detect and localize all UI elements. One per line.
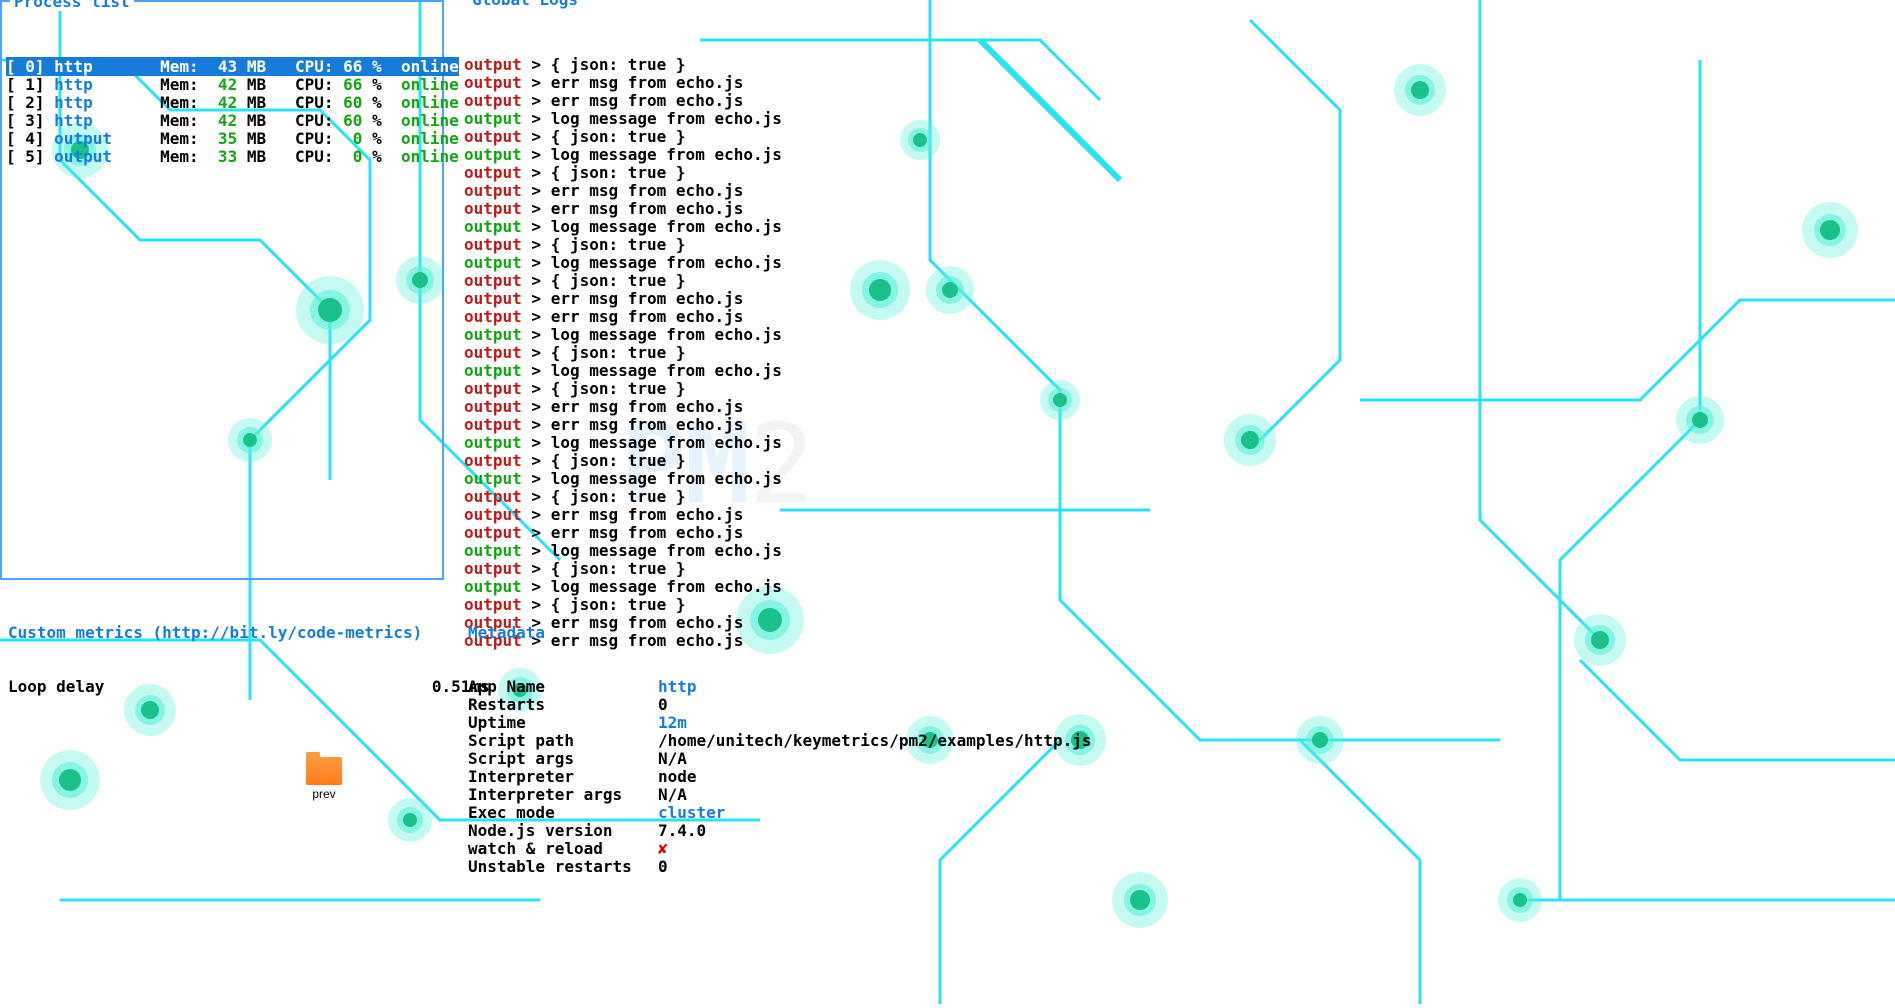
log-line: output > { json: true } xyxy=(464,56,1889,74)
log-line: output > log message from echo.js xyxy=(464,218,1889,236)
log-line: output > err msg from echo.js xyxy=(464,308,1889,326)
metadata-panel[interactable]: Metadata App NamehttpRestarts0Uptime12mS… xyxy=(460,584,1893,812)
log-line: output > err msg from echo.js xyxy=(464,398,1889,416)
folder-icon xyxy=(306,757,342,785)
process-list-title: Process list xyxy=(10,0,134,11)
log-line: output > log message from echo.js xyxy=(464,362,1889,380)
log-line: output > err msg from echo.js xyxy=(464,290,1889,308)
custom-metrics-panel[interactable]: Custom metrics (http://bit.ly/code-metri… xyxy=(0,584,460,812)
process-row[interactable]: [ 0] http Mem: 43 MB CPU: 66 % online xyxy=(6,58,438,76)
process-list-panel[interactable]: Process list [ 0] http Mem: 43 MB CPU: 6… xyxy=(0,0,444,580)
metadata-row: watch & reload✘ xyxy=(468,840,1885,858)
log-line: output > log message from echo.js xyxy=(464,110,1889,128)
log-line: output > { json: true } xyxy=(464,488,1889,506)
log-line: output > log message from echo.js xyxy=(464,254,1889,272)
log-line: output > err msg from echo.js xyxy=(464,200,1889,218)
log-line: output > err msg from echo.js xyxy=(464,416,1889,434)
log-line: output > log message from echo.js xyxy=(464,146,1889,164)
log-line: output > { json: true } xyxy=(464,452,1889,470)
process-row[interactable]: [ 3] http Mem: 42 MB CPU: 60 % online xyxy=(6,112,438,130)
metric-row: Loop delay 0.51ms xyxy=(8,678,452,696)
metadata-row: Unstable restarts0 xyxy=(468,858,1885,876)
log-line: output > { json: true } xyxy=(464,236,1889,254)
log-line: output > log message from echo.js xyxy=(464,470,1889,488)
log-line: output > err msg from echo.js xyxy=(464,74,1889,92)
global-logs-title: Global Logs xyxy=(468,0,582,9)
log-line: output > { json: true } xyxy=(464,344,1889,362)
global-logs-panel[interactable]: Global Logs output > { json: true }outpu… xyxy=(460,0,1893,584)
metadata-row: Restarts0 xyxy=(468,696,1885,714)
process-row[interactable]: [ 1] http Mem: 42 MB CPU: 66 % online xyxy=(6,76,438,94)
log-line: output > log message from echo.js xyxy=(464,542,1889,560)
folder-label: prev xyxy=(300,787,348,801)
log-line: output > { json: true } xyxy=(464,560,1889,578)
metadata-row: Script path/home/unitech/keymetrics/pm2/… xyxy=(468,732,1885,750)
folder-prev[interactable]: prev xyxy=(300,757,348,801)
log-line: output > { json: true } xyxy=(464,380,1889,398)
metadata-row: App Namehttp xyxy=(468,678,1885,696)
metadata-row: Interpreternode xyxy=(468,768,1885,786)
log-line: output > log message from echo.js xyxy=(464,434,1889,452)
metadata-row: Exec modecluster xyxy=(468,804,1885,822)
metadata-row: Node.js version7.4.0 xyxy=(468,822,1885,840)
metadata-row: Script argsN/A xyxy=(468,750,1885,768)
metadata-title: Metadata xyxy=(468,623,545,642)
process-row[interactable]: [ 2] http Mem: 42 MB CPU: 60 % online xyxy=(6,94,438,112)
log-line: output > err msg from echo.js xyxy=(464,182,1889,200)
metadata-row: Interpreter argsN/A xyxy=(468,786,1885,804)
process-row[interactable]: [ 4] output Mem: 35 MB CPU: 0 % online xyxy=(6,130,438,148)
log-line: output > err msg from echo.js xyxy=(464,506,1889,524)
log-line: output > { json: true } xyxy=(464,164,1889,182)
log-line: output > log message from echo.js xyxy=(464,326,1889,344)
metadata-row: Uptime12m xyxy=(468,714,1885,732)
process-row[interactable]: [ 5] output Mem: 33 MB CPU: 0 % online xyxy=(6,148,438,166)
log-line: output > { json: true } xyxy=(464,128,1889,146)
log-line: output > err msg from echo.js xyxy=(464,92,1889,110)
log-line: output > err msg from echo.js xyxy=(464,524,1889,542)
custom-metrics-title: Custom metrics (http://bit.ly/code-metri… xyxy=(8,623,422,642)
log-line: output > { json: true } xyxy=(464,272,1889,290)
